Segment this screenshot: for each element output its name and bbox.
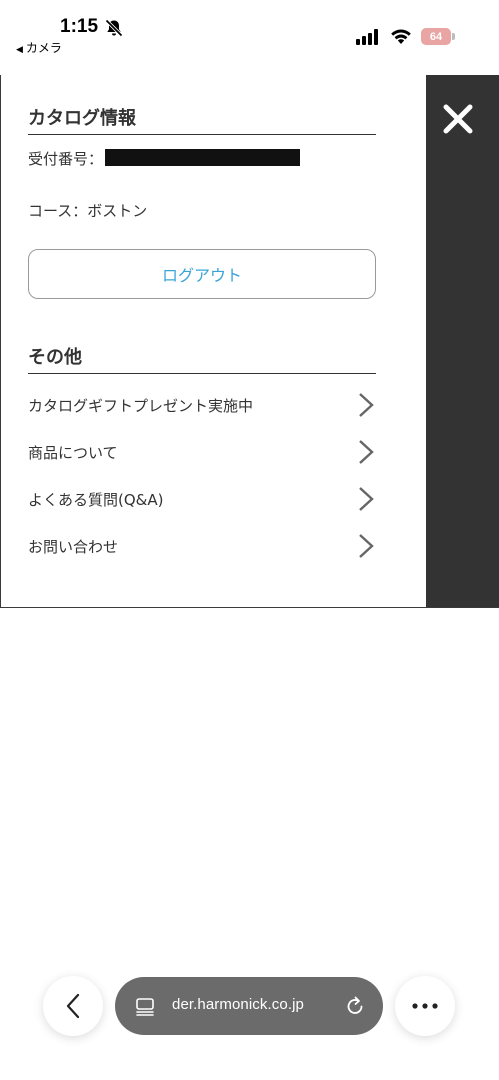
menu-backdrop-strip [426, 75, 499, 607]
catalog-info-heading: カタログ情報 [28, 104, 376, 135]
chevron-right-icon [359, 440, 374, 464]
back-triangle-icon: ◀ [16, 45, 23, 55]
menu-panel: カタログ情報 受付番号： コース：ボストン ログアウト その他 カタログギフトプ… [1, 75, 425, 607]
close-icon[interactable] [438, 99, 478, 139]
menu-item-label: お問い合わせ [28, 537, 119, 556]
url-text: der.harmonick.co.jp [172, 996, 304, 1013]
chevron-right-icon [359, 534, 374, 558]
battery-icon: 64 [421, 28, 455, 45]
ellipsis-icon [412, 1003, 438, 1009]
menu-item-label: カタログギフトプレゼント実施中 [28, 396, 254, 415]
menu-item-about-products[interactable]: 商品について [28, 434, 376, 470]
tab-overview-icon [136, 998, 154, 1016]
menu-item-gift-campaign[interactable]: カタログギフトプレゼント実施中 [28, 387, 376, 423]
status-bar: 1:15 ◀ カメラ 64 [0, 0, 499, 62]
menu-item-label: よくある質問(Q&A) [28, 490, 164, 509]
logout-button[interactable]: ログアウト [28, 249, 376, 299]
reload-icon[interactable] [344, 995, 366, 1017]
chevron-right-icon [359, 487, 374, 511]
back-app-label: カメラ [25, 41, 62, 55]
bell-slash-icon [105, 19, 123, 37]
browser-back-button[interactable] [43, 976, 103, 1036]
redacted-receipt-number [105, 149, 301, 166]
menu-overlay: カタログ情報 受付番号： コース：ボストン ログアウト その他 カタログギフトプ… [0, 75, 499, 608]
more-options-button[interactable] [395, 976, 455, 1036]
menu-item-faq[interactable]: よくある質問(Q&A) [28, 481, 376, 517]
course-text: コース：ボストン [28, 202, 148, 220]
back-to-app-link[interactable]: ◀ カメラ [16, 39, 62, 56]
other-heading: その他 [28, 343, 376, 374]
cellular-signal-icon [356, 29, 378, 45]
menu-item-contact[interactable]: お問い合わせ [28, 528, 376, 564]
wifi-icon [391, 29, 411, 44]
chevron-left-icon [66, 993, 80, 1019]
menu-item-label: 商品について [28, 443, 118, 462]
status-time: 1:15 [60, 16, 99, 37]
battery-cap [452, 33, 455, 40]
receipt-number-row: 受付番号： [28, 148, 301, 169]
battery-level: 64 [421, 28, 451, 45]
receipt-number-label: 受付番号： [28, 150, 104, 168]
chevron-right-icon [359, 393, 374, 417]
address-bar[interactable]: der.harmonick.co.jp [115, 977, 383, 1035]
